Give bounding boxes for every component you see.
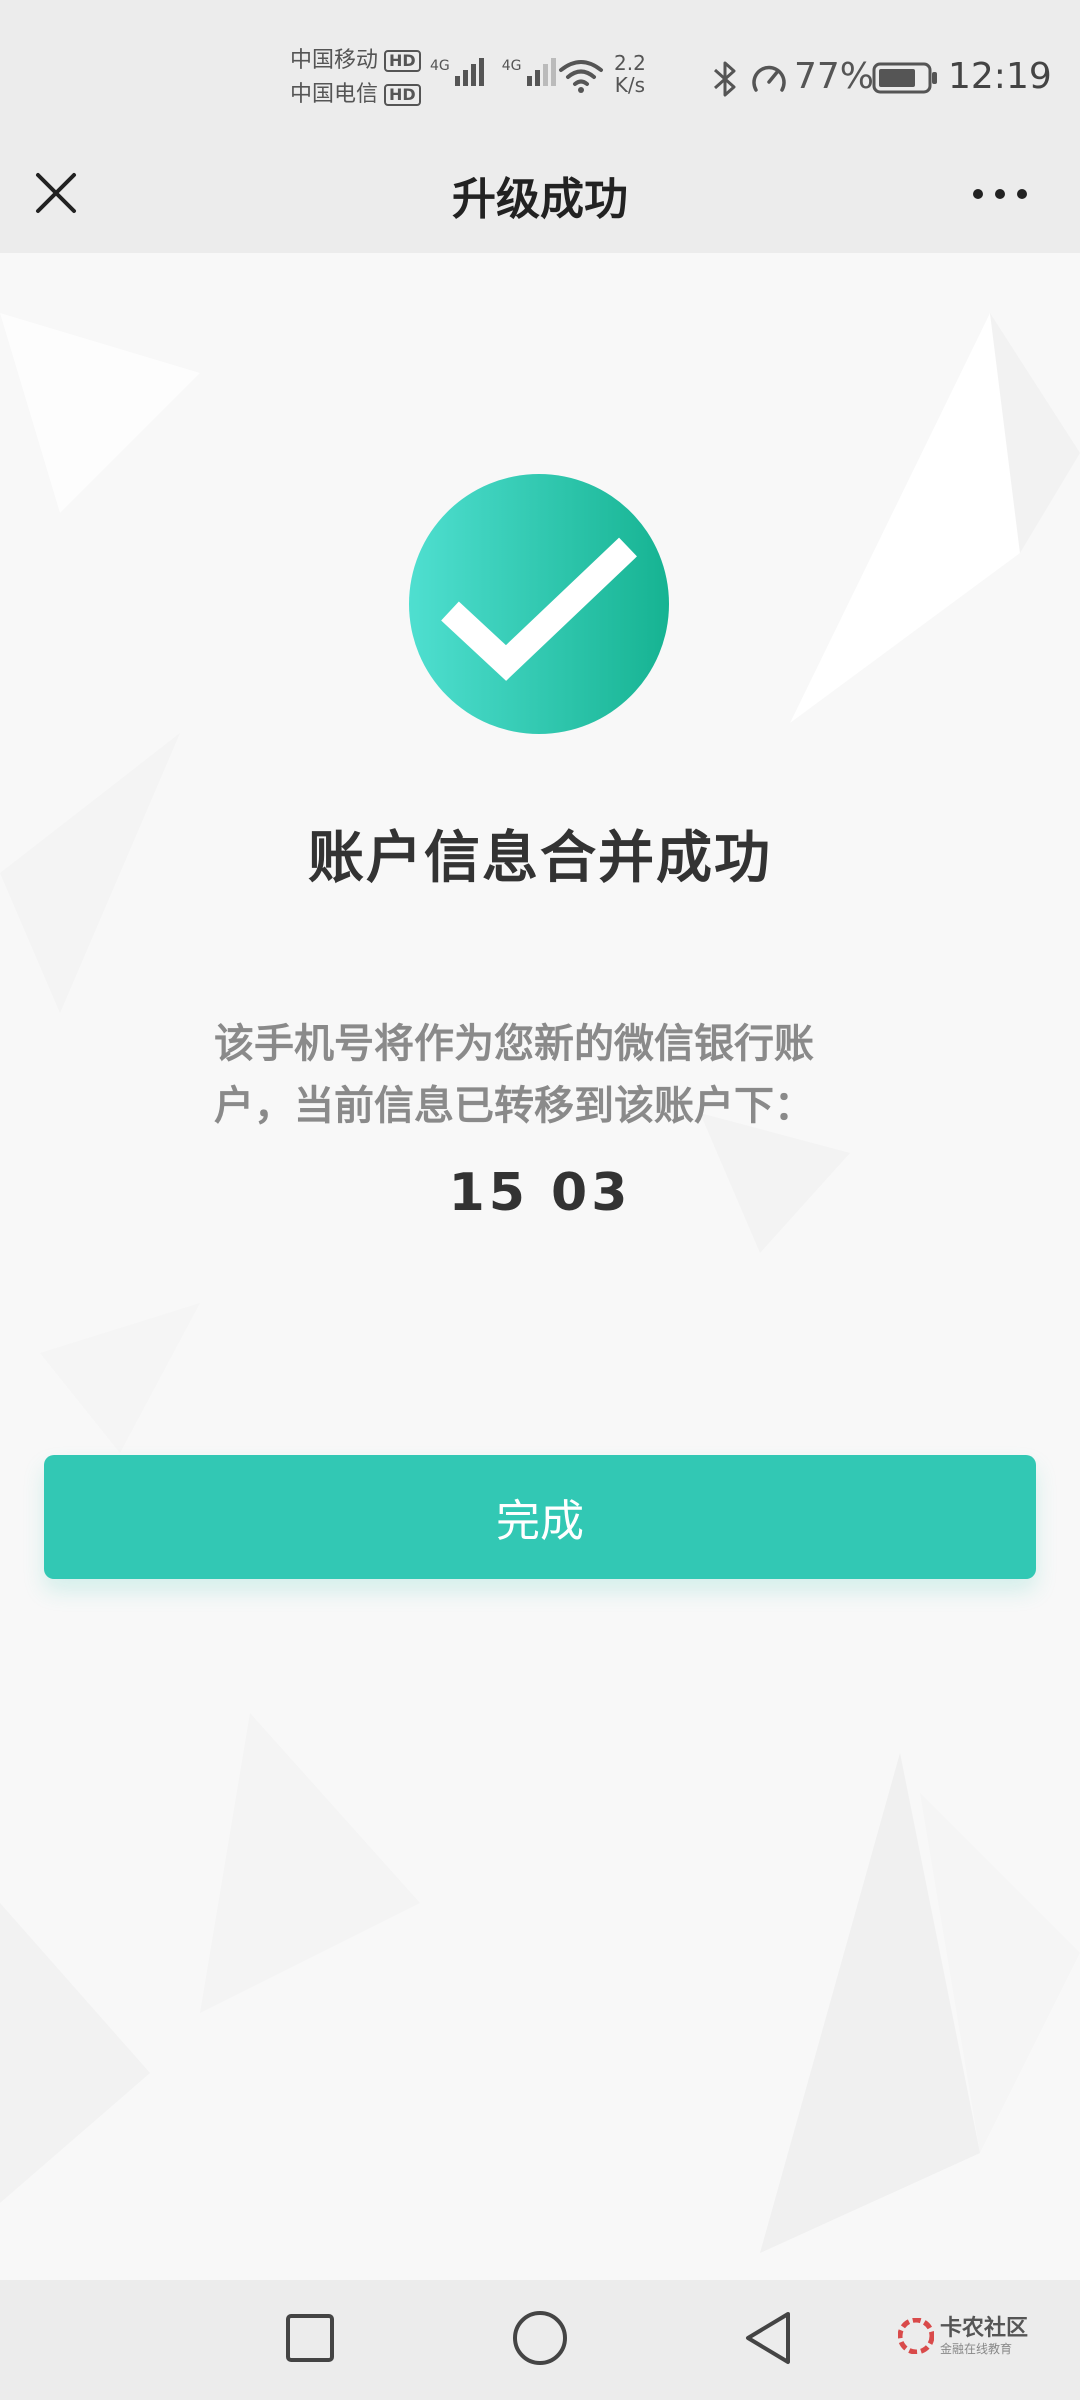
carrier-1-name: 中国移动 (290, 48, 379, 73)
check-circle-icon (409, 474, 669, 734)
done-button[interactable]: 完成 (44, 1455, 1036, 1579)
signal-indicators: 4G 4G (430, 58, 556, 86)
battery-percent: 77% (794, 56, 875, 97)
recent-apps-icon[interactable] (284, 2312, 336, 2364)
net-speed-value: 2.2 (614, 51, 646, 75)
status-bar: 中国移动 HD 中国电信 HD 4G 4G 2.2 K/s 77% 12:19 (0, 0, 1080, 135)
signal-icon: 4G (502, 58, 556, 86)
page-title: 升级成功 (452, 174, 628, 225)
carrier-info: 中国移动 HD 中国电信 HD (290, 44, 430, 112)
signal-icon: 4G (430, 58, 484, 86)
watermark: 卡农社区 金融在线教育 (898, 2316, 1028, 2356)
carrier-2-name: 中国电信 (290, 82, 379, 107)
result-page: 账户信息合并成功 该手机号将作为您新的微信银行账 户，当前信息已转移到该账户下：… (0, 253, 1080, 2280)
back-icon[interactable] (740, 2308, 796, 2368)
page-header: 升级成功 (0, 135, 1080, 253)
home-icon[interactable] (510, 2308, 570, 2368)
result-title: 账户信息合并成功 (308, 826, 772, 891)
watermark-subtitle: 金融在线教育 (940, 2342, 1013, 2356)
description-line-1: 该手机号将作为您新的微信银行账 (214, 1021, 814, 1067)
hd-badge: HD (384, 50, 421, 72)
network-type-label: 4G (501, 58, 522, 74)
result-description: 该手机号将作为您新的微信银行账 户，当前信息已转移到该账户下： (214, 1013, 874, 1137)
bluetooth-icon (713, 61, 736, 97)
clock: 12:19 (948, 56, 1052, 97)
more-icon[interactable] (968, 177, 1032, 211)
network-type-label: 4G (430, 58, 450, 74)
battery-icon (872, 62, 937, 94)
system-nav-bar: 卡农社区 金融在线教育 (0, 2280, 1080, 2400)
net-speed-unit: K/s (614, 73, 646, 97)
watermark-title: 卡农社区 (940, 2316, 1029, 2341)
close-icon[interactable] (28, 165, 84, 221)
speedometer-icon (752, 65, 786, 92)
network-speed: 2.2 K/s (614, 52, 646, 96)
description-line-2: 户，当前信息已转移到该账户下： (214, 1083, 814, 1129)
phone-number: 15 03 (448, 1163, 632, 1223)
wifi-icon (559, 60, 603, 93)
hd-badge: HD (384, 84, 421, 106)
watermark-logo-icon (898, 2318, 934, 2354)
